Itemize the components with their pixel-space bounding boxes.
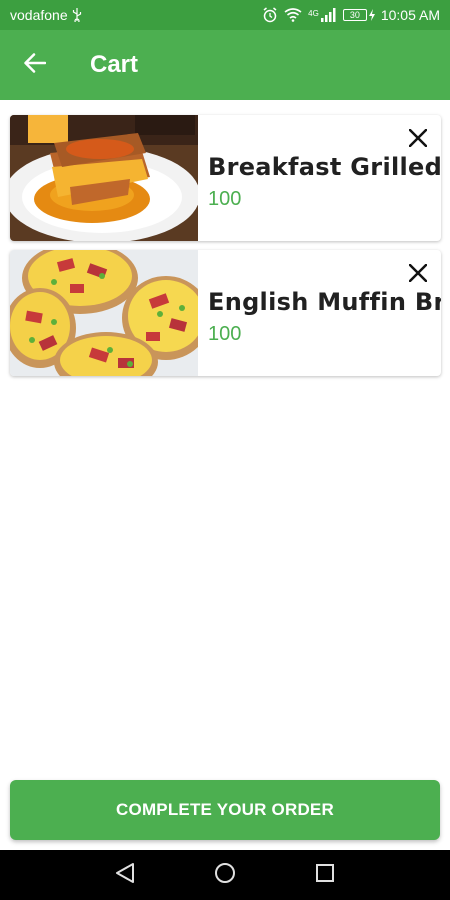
charging-icon bbox=[368, 9, 375, 21]
network-type-label: 4G bbox=[308, 9, 319, 18]
signal-icon bbox=[320, 8, 337, 22]
nav-home-icon bbox=[214, 862, 236, 889]
carrier-name: vodafone bbox=[10, 7, 68, 23]
nav-back-icon bbox=[115, 862, 135, 889]
english-muffin-photo bbox=[10, 250, 198, 376]
remove-item-button[interactable] bbox=[403, 125, 433, 155]
grilled-cheese-photo bbox=[10, 115, 198, 241]
nav-back-button[interactable] bbox=[110, 860, 140, 890]
battery-icon: 30 bbox=[342, 9, 367, 21]
complete-order-button[interactable]: COMPLETE YOUR ORDER bbox=[10, 780, 440, 840]
cart-item[interactable]: Breakfast Grilled Cheese 100 bbox=[10, 115, 441, 241]
cart-item-price: 100 bbox=[208, 188, 242, 210]
remove-item-button[interactable] bbox=[403, 260, 433, 290]
nav-recents-icon bbox=[315, 863, 335, 888]
nav-recents-button[interactable] bbox=[310, 860, 340, 890]
wifi-icon bbox=[284, 8, 302, 22]
cart-item-name: Breakfast Grilled Cheese bbox=[208, 153, 441, 181]
close-icon bbox=[408, 263, 428, 287]
alarm-icon bbox=[262, 7, 278, 23]
cart-item-name: English Muffin Breakfast bbox=[208, 288, 441, 316]
page-title: Cart bbox=[90, 51, 139, 78]
cart-item-price: 100 bbox=[208, 323, 242, 345]
usb-icon bbox=[72, 8, 82, 22]
system-nav-bar bbox=[0, 850, 450, 900]
back-button[interactable] bbox=[0, 30, 70, 100]
close-icon bbox=[408, 128, 428, 152]
status-time: 10:05 AM bbox=[380, 7, 440, 23]
back-arrow-icon bbox=[24, 52, 47, 78]
cart-list: Breakfast Grilled Cheese 100 bbox=[10, 115, 441, 385]
cart-item[interactable]: English Muffin Breakfast 100 bbox=[10, 250, 441, 376]
app-bar: Cart bbox=[0, 30, 450, 100]
status-bar: vodafone 4G 30 10:05 AM bbox=[0, 0, 450, 30]
nav-home-button[interactable] bbox=[210, 860, 240, 890]
